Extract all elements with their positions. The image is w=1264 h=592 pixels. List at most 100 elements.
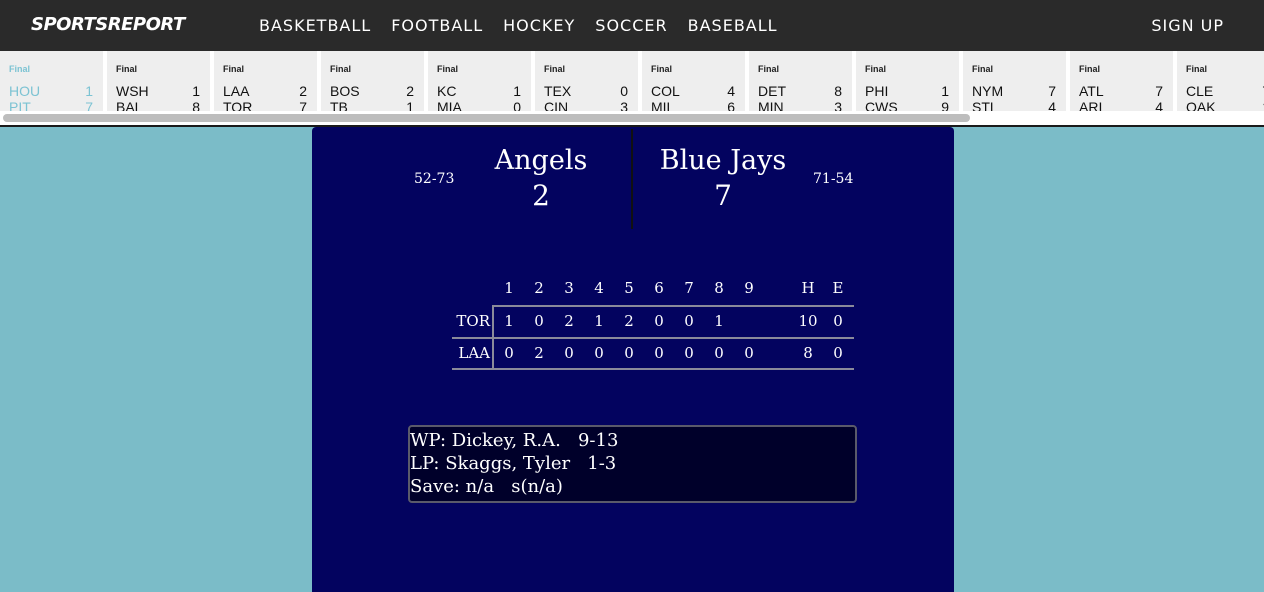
pitchers-box: WP: Dickey, R.A. 9-13 LP: Skaggs, Tyler … (408, 425, 857, 503)
inning-header: 4 (594, 279, 604, 297)
home-row: TB 1 (330, 99, 424, 111)
home-abbr: TB (330, 99, 348, 111)
ticker-scrollbar-thumb[interactable] (3, 114, 970, 122)
away-row: LAA 2 (223, 83, 317, 99)
winning-pitcher: WP: Dickey, R.A. 9-13 (410, 430, 619, 451)
home-row: MIL 6 (651, 99, 745, 111)
home-abbr: TOR (223, 99, 253, 111)
away-team-name: Angels (494, 145, 588, 176)
home-row: CWS 9 (865, 99, 959, 111)
nav-link-football[interactable]: FOOTBALL (391, 16, 483, 35)
away-abbr: ATL (1079, 83, 1104, 99)
ticker-game[interactable]: Final HOU 1 PIT 7 (0, 51, 103, 111)
team-hits: 10 (798, 312, 818, 330)
ticker-game[interactable]: Final NYM 7 STL 4 (963, 51, 1066, 111)
away-abbr: DET (758, 83, 786, 99)
away-score: 1 (513, 83, 521, 99)
nav-link-basketball[interactable]: BASKETBALL (259, 16, 371, 35)
game-status: Final (865, 64, 887, 74)
errors-header: E (832, 279, 844, 297)
inning-runs: 0 (684, 312, 694, 330)
inning-runs: 2 (564, 312, 574, 330)
home-row: TOR 7 (223, 99, 317, 111)
game-status: Final (1186, 64, 1208, 74)
inning-runs: 0 (684, 344, 694, 362)
away-row: PHI 1 (865, 83, 959, 99)
sign-up-link[interactable]: SIGN UP (1151, 16, 1224, 35)
ticker-game[interactable]: Final TEX 0 CIN 3 (535, 51, 638, 111)
ticker-game[interactable]: Final BOS 2 TB 1 (321, 51, 424, 111)
inning-header: 5 (624, 279, 634, 297)
away-row: ATL 7 (1079, 83, 1173, 99)
away-score: 1 (941, 83, 949, 99)
ticker-game[interactable]: Final DET 8 MIN 3 (749, 51, 852, 111)
home-abbr: MIA (437, 99, 462, 111)
ticker-game[interactable]: Final ATL 7 ARI 4 (1070, 51, 1173, 111)
home-score: 4 (1048, 99, 1056, 111)
inning-header: 6 (654, 279, 664, 297)
home-score: 9 (941, 99, 949, 111)
home-abbr: MIL (651, 99, 675, 111)
home-abbr: ARI (1079, 99, 1103, 111)
game-status: Final (972, 64, 994, 74)
inning-runs: 0 (624, 344, 634, 362)
ticker-game[interactable]: Final LAA 2 TOR 7 (214, 51, 317, 111)
home-team-name: Blue Jays (659, 145, 787, 176)
inning-runs: 0 (564, 344, 574, 362)
inning-header: 9 (744, 279, 754, 297)
nav-link-hockey[interactable]: HOCKEY (503, 16, 575, 35)
away-row: KC 1 (437, 83, 531, 99)
away-team-score: 2 (532, 179, 550, 212)
inning-header: 1 (504, 279, 514, 297)
home-score: 0 (513, 99, 521, 111)
nav-link-soccer[interactable]: SOCCER (595, 16, 667, 35)
ticker-scrollbar[interactable] (0, 113, 1264, 123)
linescore-bottom-rule (452, 368, 854, 370)
linescore-mid-rule (452, 337, 854, 339)
game-status: Final (758, 64, 780, 74)
away-abbr: CLE (1186, 83, 1214, 99)
inning-runs: 2 (624, 312, 634, 330)
away-abbr: NYM (972, 83, 1004, 99)
home-abbr: STL (972, 99, 998, 111)
inning-runs: 0 (594, 344, 604, 362)
nav-link-baseball[interactable]: BASEBALL (688, 16, 778, 35)
inning-runs: 0 (534, 312, 544, 330)
inning-runs: 1 (504, 312, 514, 330)
home-row: BAL 8 (116, 99, 210, 111)
home-abbr: MIN (758, 99, 784, 111)
losing-pitcher: LP: Skaggs, Tyler 1-3 (410, 453, 617, 474)
home-score: 3 (834, 99, 842, 111)
save-pitcher: Save: n/a s(n/a) (410, 476, 563, 497)
away-score: 0 (620, 83, 628, 99)
home-score: 3 (620, 99, 628, 111)
home-score: 7 (85, 99, 93, 111)
away-row: COL 4 (651, 83, 745, 99)
inning-header: 7 (684, 279, 694, 297)
away-row: HOU 1 (9, 83, 103, 99)
away-abbr: KC (437, 83, 457, 99)
away-abbr: WSH (116, 83, 149, 99)
game-status: Final (544, 64, 566, 74)
ticker-game[interactable]: Final PHI 1 CWS 9 (856, 51, 959, 111)
home-abbr: OAK (1186, 99, 1216, 111)
away-row: TEX 0 (544, 83, 638, 99)
away-row: WSH 1 (116, 83, 210, 99)
home-score: 4 (1155, 99, 1163, 111)
inning-runs: 0 (654, 312, 664, 330)
ticker-game[interactable]: Final KC 1 MIA 0 (428, 51, 531, 111)
home-row: CIN 3 (544, 99, 638, 111)
away-abbr: BOS (330, 83, 360, 99)
ticker-game[interactable]: Final COL 4 MIL 6 (642, 51, 745, 111)
linescore-top-rule (492, 305, 854, 307)
ticker-game[interactable]: Final CLE7OAK1 (1177, 51, 1264, 111)
game-status: Final (330, 64, 352, 74)
home-record: 71-54 (813, 171, 854, 187)
away-score: 1 (85, 83, 93, 99)
team-errors: 0 (833, 312, 843, 330)
away-row: CLE7 (1186, 83, 1264, 99)
ticker-game[interactable]: Final WSH 1 BAL 8 (107, 51, 210, 111)
home-abbr: BAL (116, 99, 143, 111)
logo[interactable]: SPORTSREPORT (31, 14, 185, 35)
away-score: 1 (192, 83, 200, 99)
